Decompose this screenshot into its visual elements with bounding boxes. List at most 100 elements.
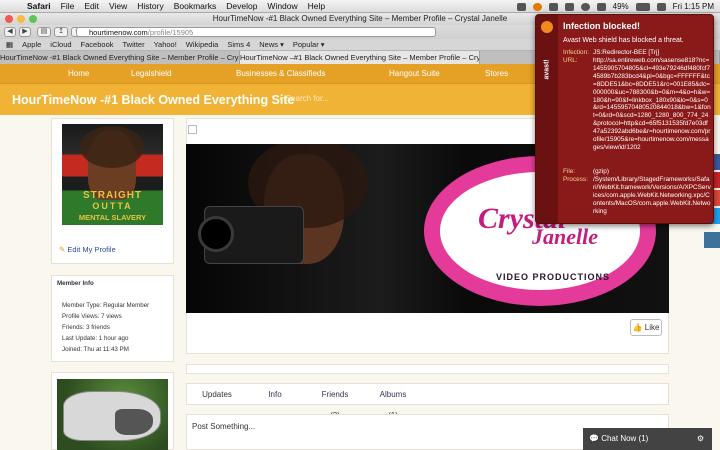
avast-logo-icon [541,21,553,33]
bookmark-sims4[interactable]: Sims 4 [227,40,250,49]
bookmark-apple[interactable]: Apple [22,40,41,49]
zoom-window-button[interactable] [29,15,37,23]
menu-view[interactable]: View [104,1,132,11]
member-info-title: Member Info [57,280,94,287]
status-icon[interactable] [516,2,526,11]
logo-brand-janelle: Janelle [532,224,598,249]
avast-alert-popup[interactable]: avast! Infection blocked! Avast Web shie… [535,14,714,224]
bookmark-news[interactable]: News ▾ [259,40,284,49]
back-button[interactable]: ◀ [4,27,16,37]
url-path: /profile/15905 [147,28,194,37]
avast-file-key: File: [563,168,576,175]
bookmark-icloud[interactable]: iCloud [50,40,71,49]
pencil-icon: ✎ [59,245,66,254]
avast-process-key: Process: [563,176,588,183]
address-bar[interactable]: hourtimenow.com/profile/15905 [76,27,436,37]
menu-safari[interactable]: Safari [22,1,56,11]
us-map-image[interactable] [57,379,168,450]
nav-businesses[interactable]: Businesses & Classifieds [236,69,325,78]
edit-profile-link[interactable]: ✎ Edit My Profile [59,245,116,254]
avatar-text-outta: OUTTA [92,201,133,211]
search-placeholder: Search for... [285,94,329,103]
bookmark-facebook[interactable]: Facebook [81,40,114,49]
menu-file[interactable]: File [56,1,80,11]
avast-tray-icon[interactable] [532,2,542,11]
avast-url-key: URL: [563,57,578,64]
menu-edit[interactable]: Edit [79,1,104,11]
tab-friends[interactable]: Friends (3) [317,384,353,420]
chat-label: Chat Now (1) [601,434,649,443]
avast-sidebar: avast! [536,15,558,223]
friends-count: Friends: 3 friends [62,324,110,331]
thumbs-up-icon: 👍 [632,323,643,332]
forward-button[interactable]: ▶ [19,27,31,37]
volume-icon[interactable] [596,2,606,11]
avast-infection-value: JS:Redirector-BEE [Trj] [593,49,660,56]
bookmark-popular[interactable]: Popular ▾ [293,40,325,49]
chat-now-button[interactable]: 💬 Chat Now (1) ⚙ [583,428,712,450]
bookmarks-grid-icon[interactable]: ▦ [6,40,13,49]
wifi-icon[interactable] [580,2,590,11]
avatar-text-straight: STRAIGHT [82,190,143,201]
share-icon[interactable]: ↥ [54,27,68,37]
nav-stores[interactable]: Stores [485,69,508,78]
menu-develop[interactable]: Develop [221,1,262,11]
profile-views: Profile Views: 7 views [62,313,122,320]
search-icon: ⌕ [279,94,284,103]
tab-updates[interactable]: Updates [201,384,233,406]
avast-url-value: http://sa.entireweb.com/sasense818?nc=14… [593,57,711,151]
like-label: Like [644,323,660,332]
like-button[interactable]: 👍 Like [630,319,662,336]
cover-checkbox[interactable] [188,125,197,134]
site-search-input[interactable]: ⌕ Search for... [279,94,329,104]
nav-home[interactable]: Home [68,69,89,78]
tab-info[interactable]: Info [267,384,283,406]
bookmark-twitter[interactable]: Twitter [122,40,144,49]
flag-icon[interactable] [656,2,666,11]
map-region-highlight [115,409,153,435]
menu-bookmarks[interactable]: Bookmarks [169,1,222,11]
logo-brand-video: VIDEO PRODUCTIONS [496,272,611,282]
sync-icon[interactable] [548,2,558,11]
minimize-window-button[interactable] [17,15,25,23]
bluetooth-icon[interactable] [564,2,574,11]
tab-albums[interactable]: Albums (1) [374,384,412,420]
profile-avatar[interactable]: STRAIGHT OUTTA MENTAL SLAVERY [62,124,163,225]
battery-percent[interactable]: 49% [613,2,629,11]
avatar-text-slavery: MENTAL SLAVERY [78,213,147,222]
camera-lens-icon [198,216,234,252]
menu-history[interactable]: History [132,1,168,11]
nav-hangout[interactable]: Hangout Suite [389,69,440,78]
avast-process-value: /System/Library/StagedFrameworks/Safari/… [593,176,711,215]
window-title: HourTimeNow -#1 Black Owned Everything S… [212,14,508,23]
bookmark-yahoo[interactable]: Yahoo! [154,40,177,49]
nav-legalshield[interactable]: Legalshield [131,69,171,78]
last-update: Last Update: 1 hour ago [62,335,129,342]
menu-help[interactable]: Help [303,1,330,11]
tab-profile-2[interactable]: HourTimeNow –#1 Black Owned Everything S… [240,51,480,64]
avast-alert-title: Infection blocked! [563,21,641,31]
bookmark-wikipedia[interactable]: Wikipedia [186,40,219,49]
avast-infection-key: Infection: [563,49,589,56]
chat-bubble-icon: 💬 [589,434,599,443]
joined-date: Joined: Thu at 11:43 PM [62,346,129,353]
profile-tabs: Updates Info Friends (3) Albums (1) [186,383,669,420]
site-name[interactable]: HourTimeNow -#1 Black Owned Everything S… [12,93,294,107]
post-input[interactable]: Post Something... [192,422,255,431]
avast-alert-message: Avast Web shield has blocked a threat. [563,37,684,44]
url-domain: hourtimenow.com [89,28,148,37]
avast-brand-label: avast! [543,59,551,80]
settings-gear-icon[interactable]: ⚙ [697,428,704,450]
spacer-strip [186,364,669,374]
avatar-hair [80,126,144,168]
close-window-button[interactable] [5,15,13,23]
sidebar-toggle-icon[interactable]: ▤ [37,27,51,37]
tab-profile-1[interactable]: HourTimeNow -#1 Black Owned Everything S… [0,51,240,64]
member-type: Member Type: Regular Member [62,302,150,309]
instagram-share-icon[interactable] [704,232,720,248]
edit-profile-label: Edit My Profile [67,245,116,254]
battery-icon[interactable] [635,2,650,11]
menu-window[interactable]: Window [262,1,302,11]
clock[interactable]: Fri 1:15 PM [673,2,714,11]
macos-menu-bar: Safari File Edit View History Bookmarks … [0,0,720,13]
